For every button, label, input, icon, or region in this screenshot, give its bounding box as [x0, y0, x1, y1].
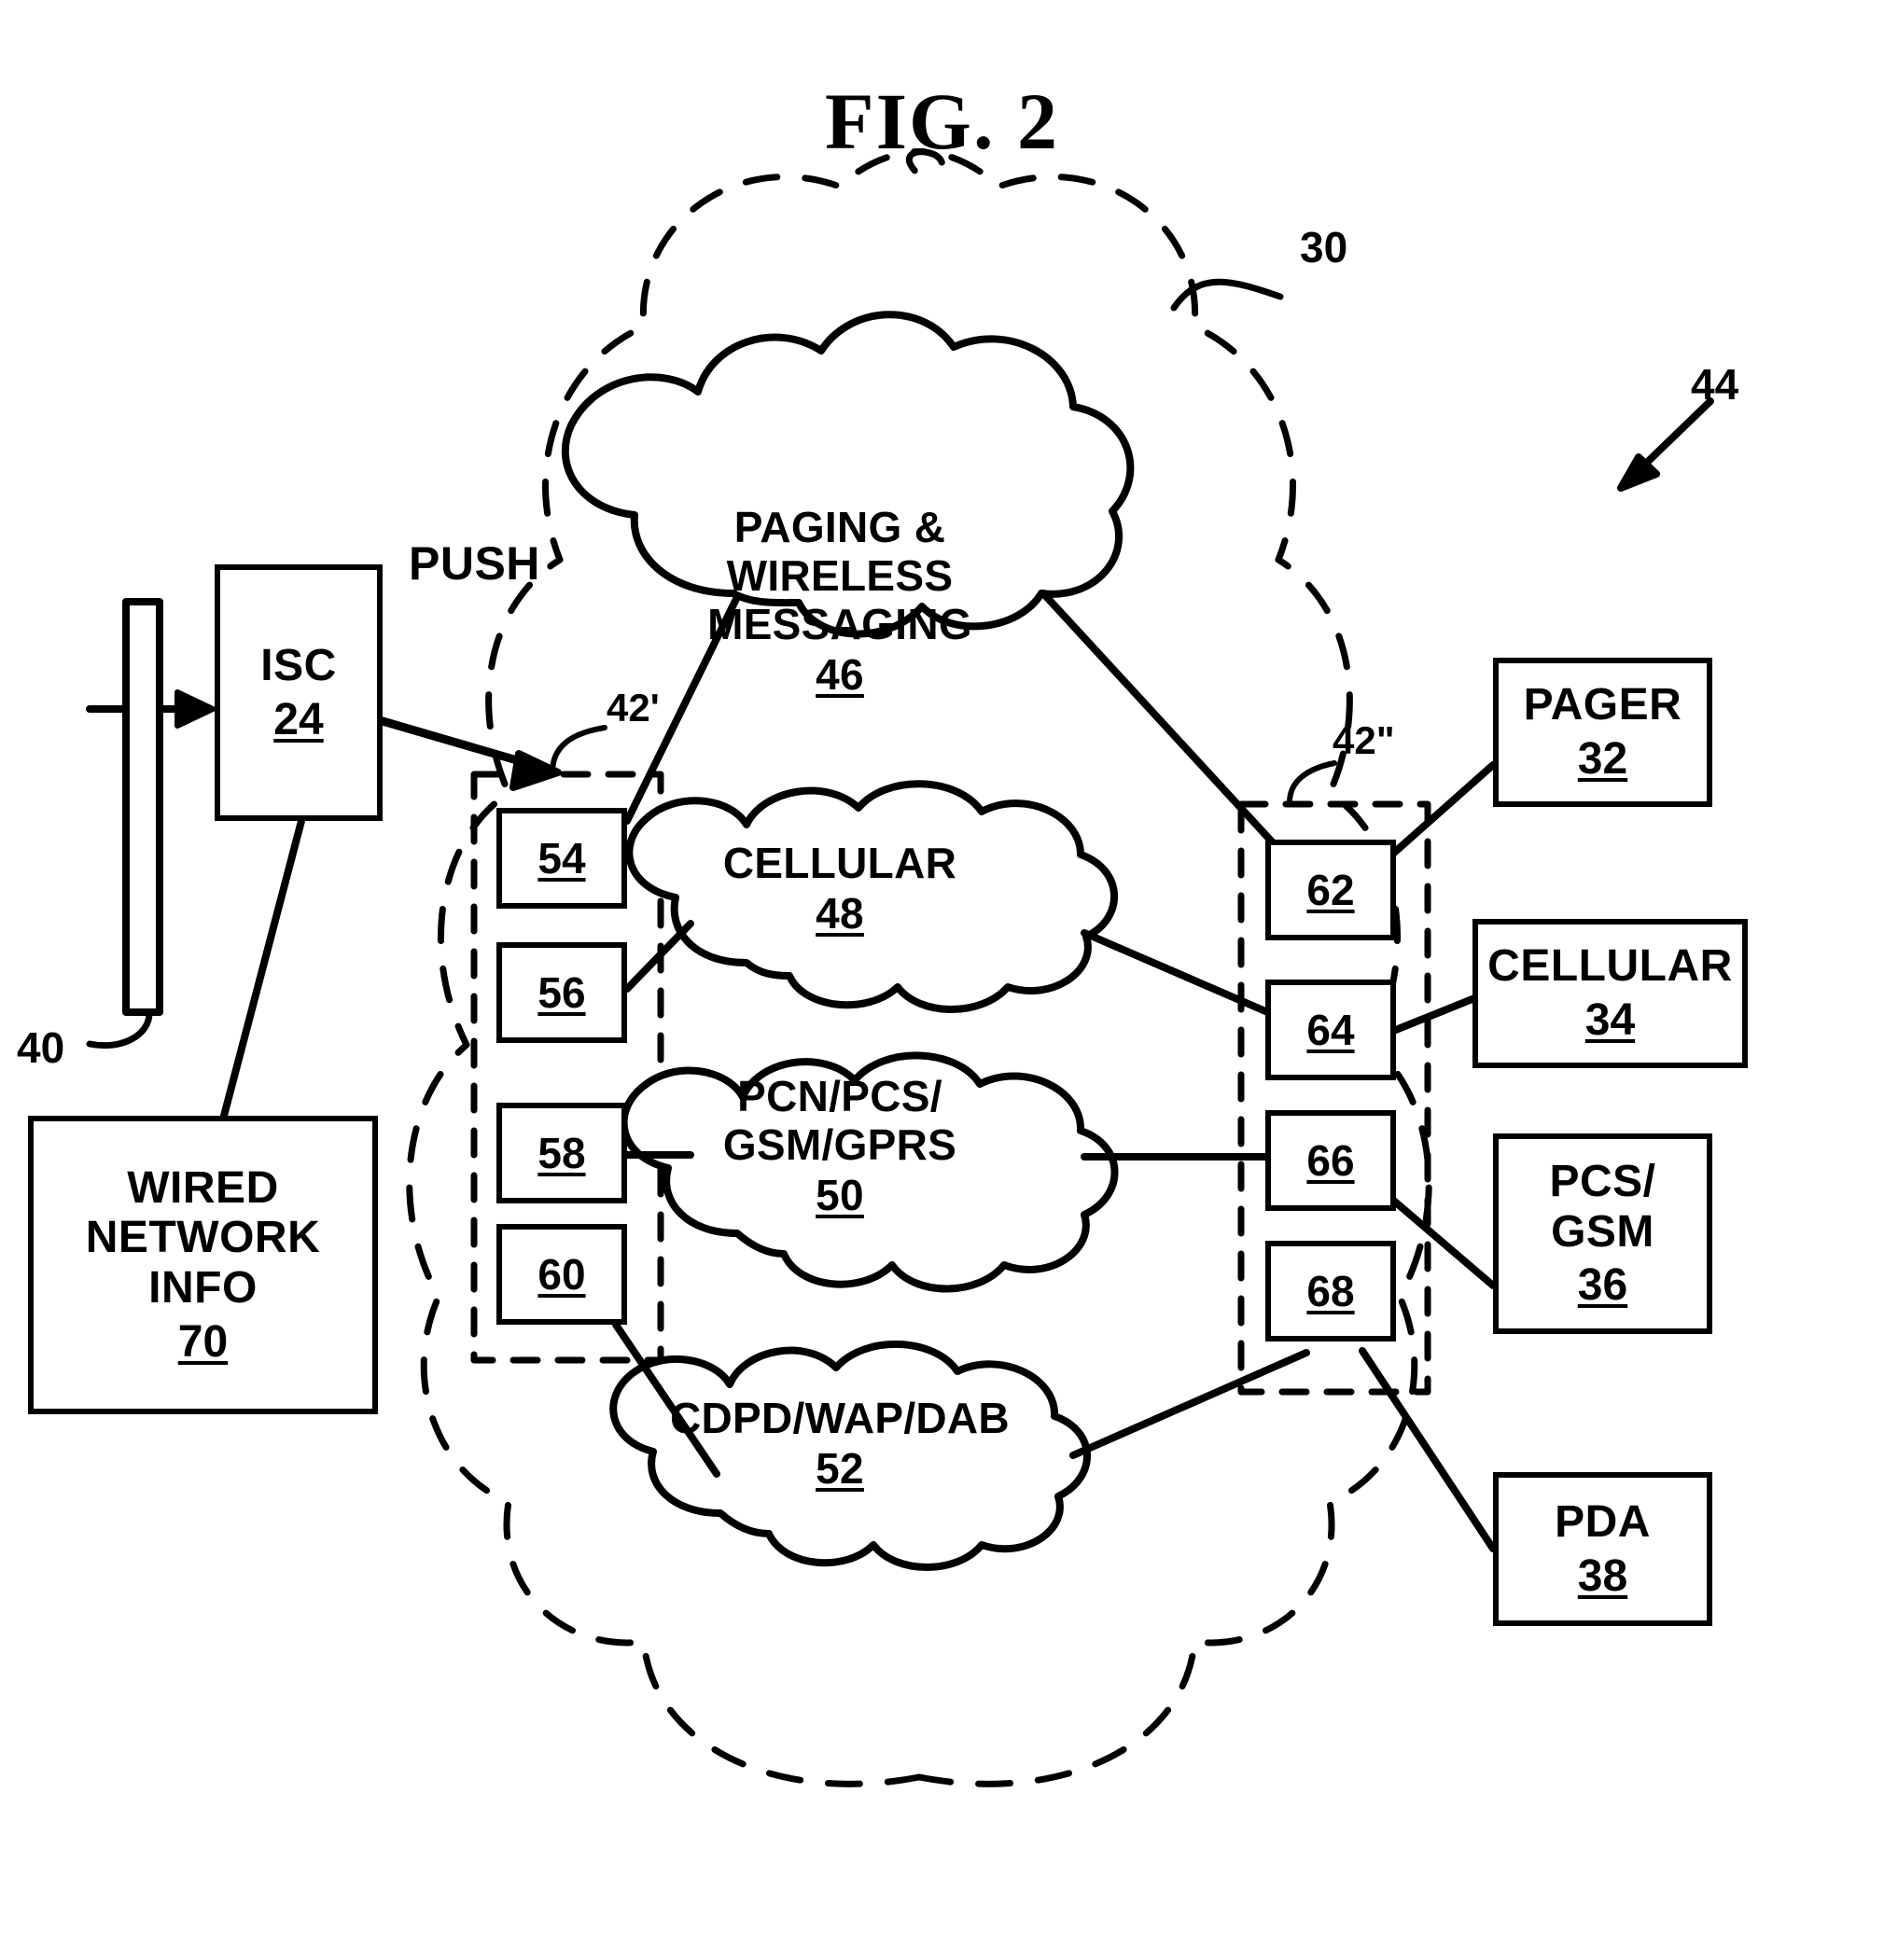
- push-arrow: [378, 716, 562, 791]
- interface-64-number: 64: [1306, 1006, 1355, 1054]
- pager-title: PAGER: [1523, 680, 1682, 730]
- interface-box-60[interactable]: 60: [496, 1224, 627, 1325]
- pcs-gsm-line-2: GSM: [1551, 1206, 1654, 1257]
- cloud-50-line-2: GSM/GPRS: [722, 1119, 957, 1169]
- cellular-device-number: 34: [1584, 995, 1636, 1045]
- interface-box-64[interactable]: 64: [1265, 980, 1396, 1080]
- pcs-gsm-line-1: PCS/: [1549, 1156, 1656, 1206]
- cloud-50-number: 50: [816, 1170, 864, 1219]
- isc-number: 24: [273, 694, 324, 744]
- cellular-device-box[interactable]: CELLULAR 34: [1472, 919, 1748, 1068]
- pda-number: 38: [1577, 1550, 1628, 1601]
- wired-info-number: 70: [177, 1316, 229, 1367]
- link-68-to-pda: [1359, 1347, 1497, 1552]
- cloud-46-number: 46: [816, 649, 864, 699]
- cellular-device-title: CELLULAR: [1487, 941, 1733, 992]
- cloud-label-46: PAGING & WIRELESS MESSAGING 46: [653, 503, 1026, 700]
- pda-title: PDA: [1555, 1496, 1651, 1547]
- interface-56-number: 56: [537, 968, 586, 1017]
- cloud-46-line-3: MESSAGING: [707, 599, 972, 648]
- interface-54-number: 54: [537, 834, 586, 883]
- ref-numeral-42-prime: 42': [607, 686, 660, 730]
- link-52-to-68: [1069, 1349, 1310, 1459]
- cloud-52-number: 52: [816, 1443, 864, 1493]
- cloud-48-line-1: CELLULAR: [722, 839, 957, 887]
- ref-numeral-44: 44: [1691, 360, 1739, 409]
- cloud-46-line-2: WIRELESS: [726, 550, 954, 600]
- interface-62-number: 62: [1306, 866, 1355, 914]
- wired-info-line-2: NETWORK: [85, 1213, 321, 1263]
- interface-box-58[interactable]: 58: [496, 1103, 627, 1203]
- patent-figure: FIG. 2 30 44 40 42' 42" PUSH ISC 24 WIRE…: [0, 0, 1884, 1960]
- cloud-52-line-1: CDPD/WAP/DAB: [670, 1394, 1010, 1442]
- link-46-to-62: [1040, 590, 1284, 855]
- interface-box-62[interactable]: 62: [1265, 840, 1396, 940]
- bus-bar-40: [86, 598, 216, 1050]
- cloud-46-line-1: PAGING &: [733, 503, 946, 551]
- pcs-gsm-number: 36: [1577, 1260, 1628, 1311]
- leader-line-42-dprime: [1287, 760, 1337, 805]
- pager-device-box[interactable]: PAGER 32: [1493, 658, 1712, 807]
- interface-66-number: 66: [1306, 1136, 1355, 1185]
- interface-box-56[interactable]: 56: [496, 942, 627, 1043]
- cloud-50-line-1: PCN/PCS/: [737, 1072, 942, 1120]
- cloud-48-number: 48: [816, 888, 864, 938]
- wired-network-info-box[interactable]: WIRED NETWORK INFO 70: [28, 1116, 378, 1414]
- interface-box-66[interactable]: 66: [1265, 1110, 1396, 1211]
- ref-numeral-30: 30: [1300, 223, 1348, 271]
- pager-number: 32: [1577, 734, 1628, 784]
- interface-box-54[interactable]: 54: [496, 808, 627, 909]
- link-48-to-64: [1081, 929, 1282, 1021]
- cloud-label-48: CELLULAR 48: [672, 839, 1008, 938]
- isc-title: ISC: [260, 640, 337, 690]
- leader-line-30: [1170, 278, 1284, 312]
- interface-box-68[interactable]: 68: [1265, 1241, 1396, 1341]
- interface-58-number: 58: [537, 1129, 586, 1177]
- pda-device-box[interactable]: PDA 38: [1493, 1472, 1712, 1626]
- pcs-gsm-device-box[interactable]: PCS/ GSM 36: [1493, 1133, 1712, 1334]
- push-label: PUSH: [409, 537, 540, 590]
- ref-numeral-40: 40: [17, 1023, 65, 1072]
- figure-title: FIG. 2: [825, 76, 1059, 166]
- wired-info-line-1: WIRED: [127, 1162, 279, 1213]
- interface-68-number: 68: [1306, 1267, 1355, 1315]
- cloud-label-52: CDPD/WAP/DAB 52: [644, 1394, 1036, 1494]
- diagram-arrow-44: [1617, 397, 1714, 492]
- ref-numeral-42-double-prime: 42": [1333, 718, 1395, 762]
- wired-info-line-3: INFO: [148, 1263, 258, 1313]
- isc-box[interactable]: ISC 24: [215, 564, 383, 821]
- leader-line-42-prime: [550, 725, 607, 775]
- interface-60-number: 60: [537, 1250, 586, 1299]
- cloud-label-50: PCN/PCS/ GSM/GPRS 50: [663, 1072, 1017, 1220]
- link-isc-to-wired-info: [220, 817, 305, 1119]
